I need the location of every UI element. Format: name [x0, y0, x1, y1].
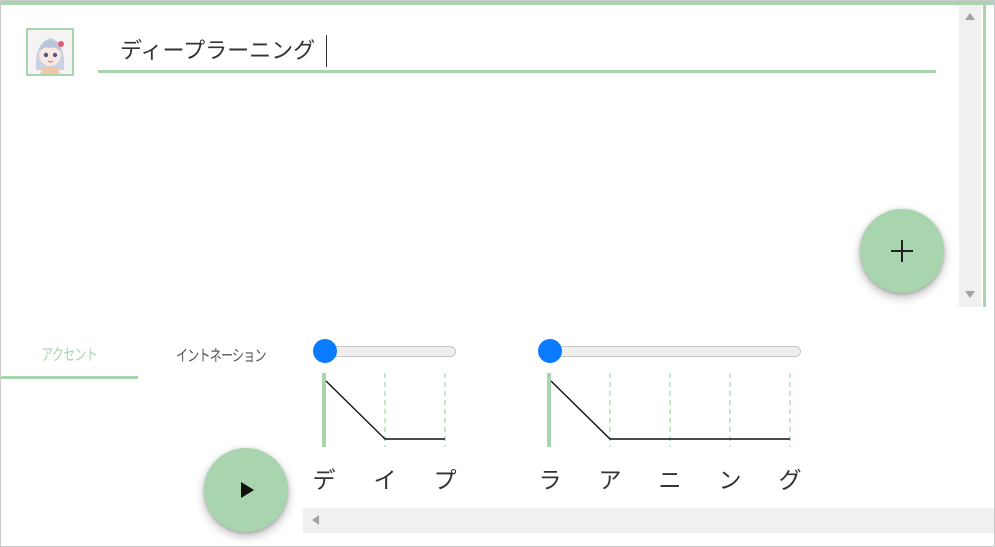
mora-label: ラ [538, 468, 562, 494]
plus-icon [891, 240, 913, 262]
character-avatar-icon [28, 30, 72, 74]
speaker-avatar[interactable] [26, 28, 74, 76]
mora-label: ン [718, 468, 742, 494]
mora-label: ア [598, 468, 622, 494]
accent-phrase-1-accent-graph[interactable] [319, 371, 454, 449]
right-accent-bar [983, 5, 986, 307]
accent-phrase-2-slider[interactable] [538, 339, 801, 363]
slider-track [546, 346, 801, 357]
top-accent-bar [1, 1, 994, 5]
horizontal-scrollbar[interactable] [303, 508, 994, 533]
tab-intonation[interactable]: イントネーション [138, 329, 304, 379]
add-audio-cell-button[interactable] [860, 209, 944, 293]
scroll-up-arrow-icon[interactable] [965, 13, 975, 20]
play-icon [241, 482, 254, 498]
slider-thumb[interactable] [538, 339, 562, 363]
mora-label: プ [433, 468, 457, 494]
mora-label: ニ [658, 468, 682, 494]
play-button[interactable] [204, 448, 288, 532]
scroll-left-arrow-icon[interactable] [312, 515, 319, 525]
text-input[interactable] [98, 29, 936, 69]
tab-accent[interactable]: アクセント [1, 329, 138, 379]
text-caret [326, 35, 327, 67]
accent-phrase-1-slider[interactable] [313, 339, 456, 363]
tab-accent-label: アクセント [41, 344, 98, 364]
text-field[interactable] [98, 29, 936, 73]
mora-label: イ [373, 468, 397, 494]
mora-label: グ [778, 468, 802, 494]
tab-intonation-label: イントネーション [176, 346, 267, 365]
slider-thumb[interactable] [313, 339, 337, 363]
slider-track [321, 346, 456, 357]
accent-position-marker[interactable] [322, 373, 326, 447]
app-window: アクセント イントネーション ディ イ プ ラ ア ニ ン グ [0, 0, 995, 547]
vertical-scrollbar[interactable] [959, 5, 981, 307]
accent-phrase-2-accent-graph[interactable] [544, 371, 799, 449]
scroll-down-arrow-icon[interactable] [965, 291, 975, 298]
accent-position-marker[interactable] [547, 373, 551, 447]
